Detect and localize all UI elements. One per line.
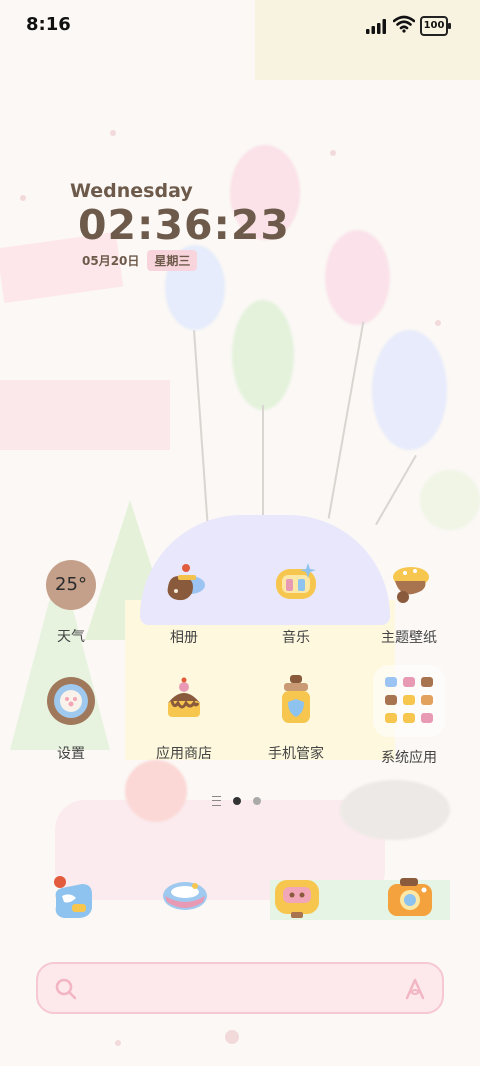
app-system-apps-folder[interactable]: 系统应用 <box>359 665 459 767</box>
music-icon <box>276 563 316 599</box>
app-label: 音乐 <box>282 630 310 646</box>
app-app-store[interactable]: 应用商店 <box>134 673 234 763</box>
page-dot-active[interactable] <box>233 797 241 805</box>
clock-weekday-badge: 星期三 <box>147 250 198 271</box>
gallery-icon <box>167 564 205 601</box>
app-settings[interactable]: 设置 <box>21 673 121 763</box>
settings-icon <box>47 677 95 725</box>
app-phone-manager[interactable]: 手机管家 <box>246 673 346 763</box>
clock-date: 05月20日 <box>82 254 140 268</box>
wifi-icon <box>393 15 415 33</box>
app-music[interactable]: 音乐 <box>246 557 346 647</box>
status-bar: 8:16 100 <box>0 0 480 50</box>
page-indicator[interactable] <box>212 796 261 806</box>
app-label: 系统应用 <box>381 750 437 766</box>
themes-icon <box>393 567 429 603</box>
phone-icon[interactable] <box>42 868 102 928</box>
clock-time: 02:36:23 <box>78 201 290 249</box>
weather-icon: 25° <box>43 560 99 616</box>
battery-icon: 100 <box>420 16 451 36</box>
camera-icon[interactable] <box>380 868 440 928</box>
messages-icon[interactable] <box>155 868 215 928</box>
phone-manager-icon <box>282 675 310 723</box>
app-weather[interactable]: 25° 天气 <box>21 557 121 646</box>
app-label: 天气 <box>57 629 85 645</box>
weather-temperature: 25° <box>46 560 96 610</box>
search-bar[interactable] <box>36 962 444 1014</box>
app-store-icon <box>168 677 200 717</box>
browser-icon[interactable] <box>267 868 327 928</box>
page-dot[interactable] <box>253 797 261 805</box>
page-list-icon[interactable] <box>212 796 221 806</box>
assistant-icon[interactable] <box>402 976 428 1002</box>
status-time: 8:16 <box>26 14 71 35</box>
app-label: 手机管家 <box>268 746 324 762</box>
app-gallery[interactable]: 相册 <box>134 557 234 647</box>
search-icon <box>55 978 77 1000</box>
app-themes[interactable]: 主题壁纸 <box>359 557 459 647</box>
app-label: 相册 <box>170 630 198 646</box>
clock-weekday: Wednesday <box>70 180 193 202</box>
clock-widget[interactable]: Wednesday 02:36:23 05月20日 星期三 <box>70 180 290 271</box>
signal-icon <box>366 19 386 34</box>
app-label: 主题壁纸 <box>381 630 437 646</box>
app-label: 设置 <box>57 746 85 762</box>
app-label: 应用商店 <box>156 746 212 762</box>
system-apps-folder-icon <box>373 665 445 737</box>
